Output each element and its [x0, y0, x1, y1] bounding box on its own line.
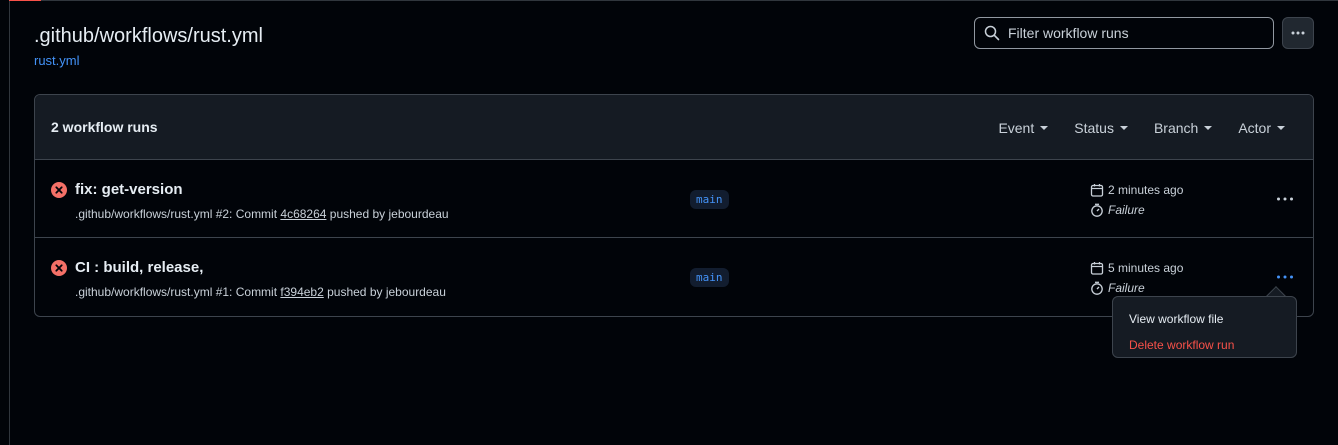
caret-down-icon: [1119, 125, 1128, 130]
caret-down-icon: [1277, 125, 1285, 130]
kebab-horizontal-icon: [1291, 31, 1305, 35]
run-title-link[interactable]: CI : build, release,: [75, 259, 203, 276]
filter-label: Actor: [1238, 119, 1271, 136]
branch-label[interactable]: main: [690, 268, 729, 287]
run-time: 2 minutes ago: [1090, 183, 1183, 197]
commit-sha-link[interactable]: 4c68264: [280, 207, 326, 221]
filter-label: Event: [998, 119, 1035, 136]
list-header: 2 workflow runs Event Status Branch Acto…: [35, 95, 1313, 160]
view-workflow-file-item[interactable]: View workflow file: [1113, 306, 1296, 332]
filter-branch[interactable]: Branch: [1153, 119, 1213, 136]
meta-prefix: .github/workflows/rust.yml #2: Commit: [75, 207, 281, 221]
filter-bar: Event Status Branch Actor: [972, 95, 1285, 160]
filter-status[interactable]: Status: [1074, 120, 1128, 136]
filter-event[interactable]: Event: [998, 119, 1049, 136]
caret-down-icon: [1040, 125, 1049, 130]
filter-label: Status: [1074, 119, 1114, 136]
run-options-menu: View workflow file Delete workflow run: [1112, 296, 1297, 358]
commit-sha-link[interactable]: f394eb2: [280, 285, 323, 299]
stopwatch-icon: [1091, 281, 1103, 295]
workflow-runs-list: 2 workflow runs Event Status Branch Acto…: [34, 94, 1314, 317]
kebab-horizontal-icon: [1277, 197, 1293, 201]
accent-line: [9, 0, 41, 1]
meta-suffix: pushed by jebourdeau: [326, 207, 449, 221]
workflow-run-row[interactable]: fix: get-version .github/workflows/rust.…: [35, 160, 1313, 238]
run-options-button[interactable]: [1273, 267, 1297, 287]
left-border: [9, 0, 10, 445]
run-status: Failure: [1090, 203, 1145, 217]
search-icon: [984, 25, 1000, 41]
calendar-icon: [1090, 262, 1104, 275]
runs-count: 2 workflow runs: [51, 119, 158, 135]
kebab-horizontal-icon: [1277, 275, 1293, 279]
time-ago: 5 minutes ago: [1108, 261, 1184, 275]
top-border: [9, 0, 1338, 1]
failure-status-icon: [51, 182, 67, 198]
caret-down-icon: [1204, 125, 1213, 130]
status-text: Failure: [1108, 281, 1145, 295]
run-status: Failure: [1090, 281, 1145, 295]
search-input[interactable]: [1008, 25, 1258, 41]
run-meta: .github/workflows/rust.yml #1: Commit f3…: [75, 285, 446, 299]
filter-label: Branch: [1153, 119, 1199, 136]
branch-label[interactable]: main: [690, 190, 729, 209]
stopwatch-icon: [1091, 203, 1103, 217]
calendar-icon: [1090, 184, 1104, 197]
filter-actor[interactable]: Actor: [1238, 120, 1285, 136]
time-ago: 2 minutes ago: [1108, 183, 1184, 197]
more-options-button[interactable]: [1282, 17, 1314, 49]
page-title: .github/workflows/rust.yml: [34, 25, 263, 47]
filter-runs-search[interactable]: [974, 17, 1274, 49]
run-time: 5 minutes ago: [1090, 261, 1183, 275]
meta-suffix: pushed by jebourdeau: [323, 285, 446, 299]
failure-status-icon: [51, 260, 67, 276]
run-meta: .github/workflows/rust.yml #2: Commit 4c…: [75, 207, 449, 221]
run-options-button[interactable]: [1273, 189, 1297, 209]
workflow-file-link[interactable]: rust.yml: [34, 53, 80, 68]
status-text: Failure: [1108, 203, 1145, 217]
delete-workflow-run-item[interactable]: Delete workflow run: [1113, 332, 1296, 358]
meta-prefix: .github/workflows/rust.yml #1: Commit: [75, 285, 281, 299]
run-title-link[interactable]: fix: get-version: [75, 181, 183, 198]
